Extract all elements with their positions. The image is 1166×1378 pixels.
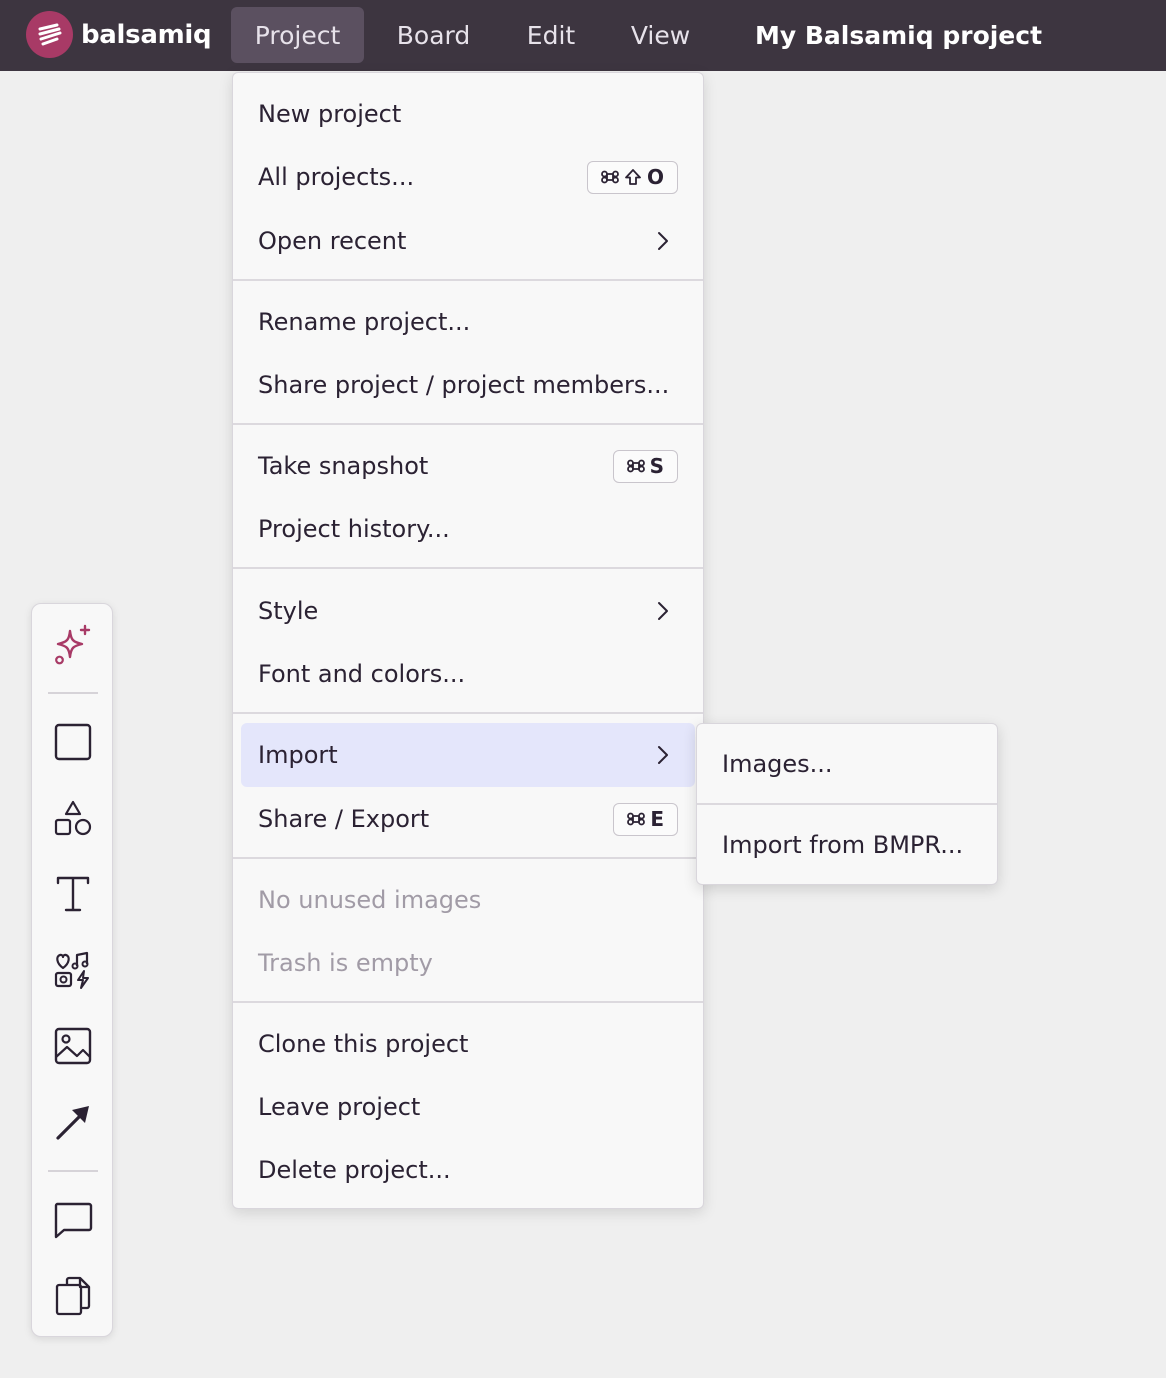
menu-divider <box>233 1001 703 1003</box>
comment-tool[interactable] <box>48 1195 98 1245</box>
image-tool[interactable] <box>48 1021 98 1071</box>
cmd-icon <box>626 459 645 473</box>
toolbar-divider <box>48 1170 98 1172</box>
icons-tool[interactable] <box>48 945 98 995</box>
submenu-item-images[interactable]: Images... <box>697 724 997 804</box>
cmd-icon <box>601 170 619 184</box>
shortcut-badge: S <box>612 449 678 483</box>
menu-item-take-snapshot[interactable]: Take snapshot S <box>233 438 703 494</box>
rectangle-icon <box>54 723 92 761</box>
shortcut-key: O <box>646 165 664 189</box>
menu-item-share-export[interactable]: Share / Export E <box>233 791 703 847</box>
sparkles-icon <box>55 624 91 665</box>
project-title[interactable]: My Balsamiq project <box>755 7 1042 63</box>
menu-item-rename-project[interactable]: Rename project... <box>233 294 703 350</box>
shapes-icon <box>54 800 92 836</box>
shortcut-key: E <box>650 807 664 831</box>
menu-item-delete-project[interactable]: Delete project... <box>233 1142 703 1198</box>
menu-item-leave-project[interactable]: Leave project <box>233 1079 703 1135</box>
shapes-tool[interactable] <box>48 793 98 843</box>
menu-item-new-project[interactable]: New project <box>233 86 703 142</box>
icons-library-icon <box>54 951 89 989</box>
brand-logo[interactable]: balsamiq <box>26 11 212 58</box>
toolbar-divider <box>48 692 98 694</box>
project-menu: New project All projects... O Open recen… <box>232 72 704 1209</box>
cmd-icon <box>627 812 646 826</box>
balsamiq-logo-icon <box>26 11 73 58</box>
text-icon <box>56 876 90 912</box>
shortcut-badge: O <box>586 160 678 194</box>
menu-item-clone-project[interactable]: Clone this project <box>233 1016 703 1072</box>
menu-divider <box>233 567 703 569</box>
menu-item-no-unused-images: No unused images <box>258 886 482 914</box>
shift-icon <box>625 169 641 185</box>
menu-view[interactable]: View <box>614 7 707 63</box>
chevron-right-icon <box>658 746 668 764</box>
shortcut-key: S <box>649 454 664 478</box>
top-bar: balsamiq Project Board Edit View My Bals… <box>0 0 1166 71</box>
menu-divider <box>233 423 703 425</box>
menu-board[interactable]: Board <box>380 7 487 63</box>
chevron-right-icon <box>658 602 668 620</box>
menu-item-style[interactable]: Style <box>233 583 703 639</box>
menu-divider <box>233 857 703 859</box>
menu-item-open-recent[interactable]: Open recent <box>233 213 703 269</box>
ai-sparkles-button[interactable] <box>48 620 98 670</box>
menu-edit[interactable]: Edit <box>508 7 594 63</box>
menu-item-trash-empty: Trash is empty <box>258 949 433 977</box>
menu-project[interactable]: Project <box>231 7 364 63</box>
menu-item-share-project[interactable]: Share project / project members... <box>233 357 703 413</box>
copy-tool[interactable] <box>48 1271 98 1321</box>
image-icon <box>54 1027 92 1065</box>
copy-icon <box>55 1276 91 1316</box>
tool-palette <box>31 603 113 1337</box>
submenu-item-import-bmpr[interactable]: Import from BMPR... <box>697 805 997 885</box>
menu-item-font-colors[interactable]: Font and colors... <box>233 646 703 702</box>
text-tool[interactable] <box>48 869 98 919</box>
menu-item-project-history[interactable]: Project history... <box>233 501 703 557</box>
import-submenu: Images... Import from BMPR... <box>696 723 998 885</box>
arrow-icon <box>56 1106 89 1140</box>
menu-divider <box>233 712 703 714</box>
menu-item-all-projects[interactable]: All projects... O <box>233 149 703 205</box>
brand-name: balsamiq <box>81 19 212 50</box>
menu-item-import[interactable]: Import <box>241 723 695 787</box>
arrow-tool[interactable] <box>48 1097 98 1147</box>
menu-divider <box>233 279 703 281</box>
chevron-right-icon <box>658 232 668 250</box>
rectangle-tool[interactable] <box>48 717 98 767</box>
comment-icon <box>54 1202 93 1239</box>
shortcut-badge: E <box>613 802 678 836</box>
